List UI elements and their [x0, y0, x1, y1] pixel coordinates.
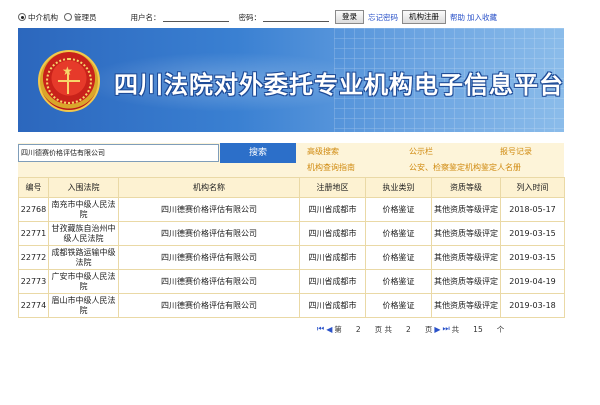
header-date: 列入时间: [500, 177, 565, 198]
count-unit: 个: [496, 324, 505, 334]
results-table: 编号 入围法院 机构名称 注册地区 执业类别 资质等级 列入时间 22768 南…: [18, 177, 565, 318]
header-region: 注册地区: [299, 177, 366, 198]
radio-agency[interactable]: [18, 13, 26, 21]
login-button[interactable]: 登录: [335, 10, 364, 24]
help-link[interactable]: 帮助: [450, 12, 465, 23]
cell-org-name[interactable]: 四川德赛价格评估有限公司: [118, 269, 300, 294]
table-row[interactable]: 22772 成都铁路运输中级法院 四川德赛价格评估有限公司 四川省成都市 价格鉴…: [18, 245, 565, 270]
header-org-name: 机构名称: [118, 177, 300, 198]
cell-id: 22768: [18, 197, 49, 222]
radio-agency-label: 中介机构: [28, 12, 58, 22]
radio-admin-label: 管理员: [74, 12, 97, 22]
table-header-row: 编号 入围法院 机构名称 注册地区 执业类别 资质等级 列入时间: [18, 177, 565, 198]
pagination: ⏮ ◀ 第 2 页 共 2 页 ▶ ⏭ 共 15 个: [316, 323, 505, 335]
cell-court: 眉山市中级人民法院: [48, 293, 119, 318]
cell-grade: 其他资质等级评定: [431, 245, 501, 270]
cell-category: 价格鉴证: [365, 197, 432, 222]
cell-date: 2019-03-18: [500, 293, 565, 318]
search-input[interactable]: [18, 144, 219, 162]
page-label-prefix: 第: [334, 324, 342, 334]
cell-region: 四川省成都市: [299, 245, 366, 270]
cell-region: 四川省成都市: [299, 293, 366, 318]
court-emblem-icon: ★: [38, 50, 100, 112]
password-input[interactable]: [263, 12, 329, 22]
current-page: 2: [355, 324, 361, 334]
advanced-search-link[interactable]: 高级搜索: [307, 146, 339, 157]
username-input[interactable]: [162, 12, 229, 22]
radio-agency-option[interactable]: 中介机构: [18, 12, 58, 23]
cell-category: 价格鉴证: [365, 245, 432, 270]
notice-board-link[interactable]: 公示栏: [409, 146, 433, 157]
header-id: 编号: [18, 177, 49, 198]
table-row[interactable]: 22771 甘孜藏族自治州中级人民法院 四川德赛价格评估有限公司 四川省成都市 …: [18, 221, 565, 246]
total-pages: 2: [406, 324, 411, 334]
cell-grade: 其他资质等级评定: [431, 197, 501, 222]
search-area: 搜索 高级搜索 公示栏 报号记录 机构查询指南 公安、检察鉴定机构鉴定人名册: [18, 143, 564, 177]
cell-id: 22773: [18, 269, 49, 294]
cell-id: 22774: [18, 293, 49, 318]
cell-category: 价格鉴证: [365, 269, 432, 294]
public-security-roster-link[interactable]: 公安、检察鉴定机构鉴定人名册: [409, 162, 521, 173]
cell-court: 南充市中级人民法院: [48, 197, 119, 222]
cell-id: 22771: [18, 221, 49, 246]
cell-org-name[interactable]: 四川德赛价格评估有限公司: [118, 293, 300, 318]
first-page-icon[interactable]: ⏮: [317, 324, 324, 334]
page-label-suffix: 页: [424, 324, 433, 334]
cell-grade: 其他资质等级评定: [431, 269, 501, 294]
cell-org-name[interactable]: 四川德赛价格评估有限公司: [118, 197, 300, 222]
cell-category: 价格鉴证: [365, 221, 432, 246]
cell-region: 四川省成都市: [299, 197, 366, 222]
table-row[interactable]: 22768 南充市中级人民法院 四川德赛价格评估有限公司 四川省成都市 价格鉴证…: [18, 197, 565, 222]
login-bar: 中介机构 管理员 用户名： 密码： 登录 忘记密码 机构注册 帮助 加入收藏: [18, 8, 564, 26]
cell-id: 22772: [18, 245, 49, 270]
register-button[interactable]: 机构注册: [402, 10, 446, 24]
username-label: 用户名：: [130, 12, 161, 22]
header-category: 执业类别: [365, 177, 432, 198]
cell-grade: 其他资质等级评定: [431, 293, 501, 318]
cell-org-name[interactable]: 四川德赛价格评估有限公司: [118, 245, 300, 270]
next-page-icon[interactable]: ▶: [434, 325, 440, 334]
cell-court: 成都铁路运输中级法院: [48, 245, 119, 270]
cell-court: 广安市中级人民法院: [48, 269, 119, 294]
cell-date: 2019-03-15: [500, 221, 565, 246]
cell-region: 四川省成都市: [299, 269, 366, 294]
radio-admin[interactable]: [64, 13, 72, 21]
cell-org-name[interactable]: 四川德赛价格评估有限公司: [118, 221, 300, 246]
cell-region: 四川省成都市: [299, 221, 366, 246]
header-court: 入围法院: [48, 177, 119, 198]
report-records-link[interactable]: 报号记录: [500, 146, 532, 157]
header-banner: ★ 四川法院对外委托专业机构电子信息平台: [18, 28, 564, 132]
last-page-icon[interactable]: ⏭: [442, 324, 449, 334]
add-favorite-link[interactable]: 加入收藏: [467, 12, 497, 23]
cell-date: 2018-05-17: [500, 197, 565, 222]
table-row[interactable]: 22773 广安市中级人民法院 四川德赛价格评估有限公司 四川省成都市 价格鉴证…: [18, 269, 565, 294]
password-label: 密码：: [238, 12, 262, 22]
cell-date: 2019-04-19: [500, 269, 565, 294]
cell-category: 价格鉴证: [365, 293, 432, 318]
org-query-guide-link[interactable]: 机构查询指南: [307, 162, 355, 173]
total-count-label: 共: [451, 324, 460, 334]
table-row[interactable]: 22774 眉山市中级人民法院 四川德赛价格评估有限公司 四川省成都市 价格鉴证…: [18, 293, 565, 318]
search-button[interactable]: 搜索: [220, 143, 296, 163]
cell-court: 甘孜藏族自治州中级人民法院: [48, 221, 119, 246]
prev-page-icon[interactable]: ◀: [326, 325, 332, 334]
forgot-password-link[interactable]: 忘记密码: [368, 12, 398, 23]
banner-title: 四川法院对外委托专业机构电子信息平台: [114, 71, 564, 99]
radio-admin-option[interactable]: 管理员: [64, 12, 97, 23]
cell-date: 2019-03-15: [500, 245, 565, 270]
header-grade: 资质等级: [431, 177, 501, 198]
page-label-total: 页 共: [374, 324, 393, 334]
total-count: 15: [473, 324, 483, 334]
cell-grade: 其他资质等级评定: [431, 221, 501, 246]
